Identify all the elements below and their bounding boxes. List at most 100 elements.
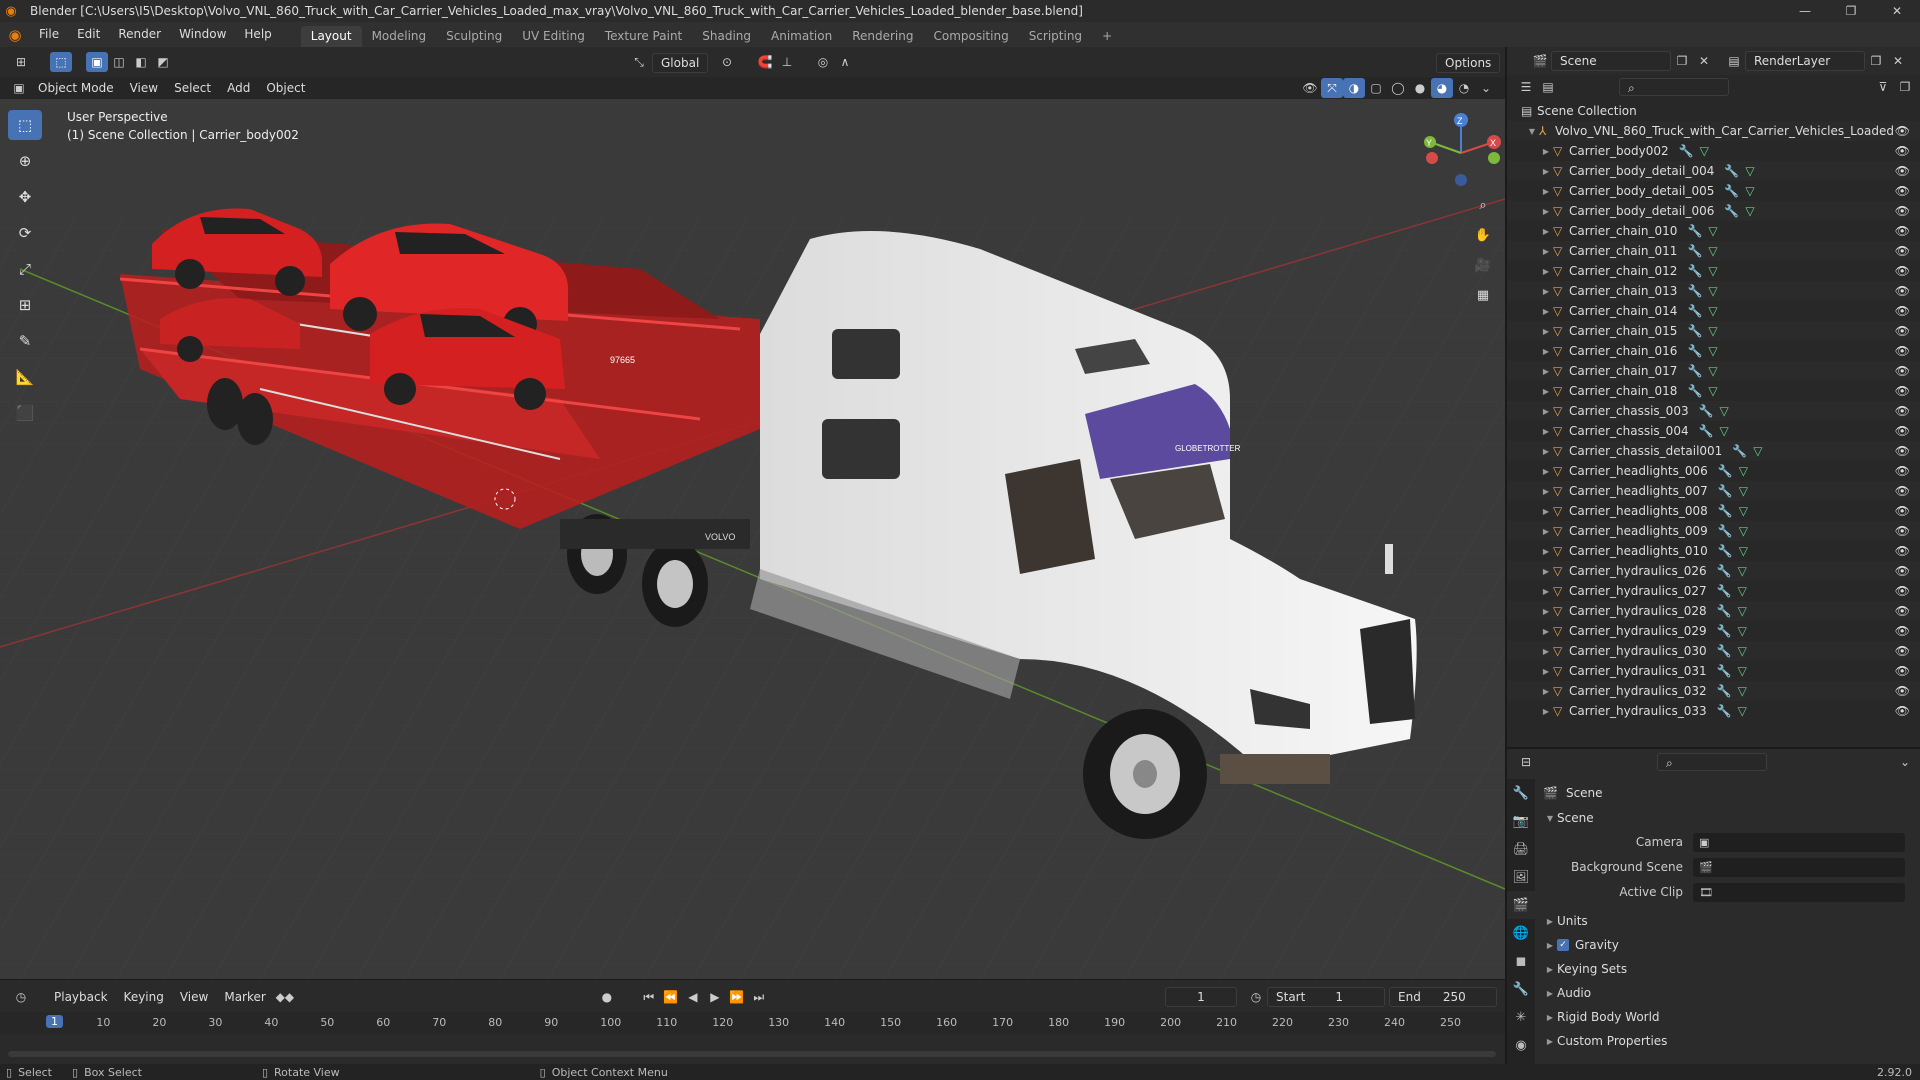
- measure-tool-icon[interactable]: 📐: [8, 362, 42, 392]
- scale-tool-icon[interactable]: ⤢: [8, 254, 42, 284]
- outliner-object-row[interactable]: ▶ ▽ Carrier_chassis_004 🔧 ▽ 👁: [1507, 421, 1920, 441]
- wireframe-shading-icon[interactable]: ◯: [1387, 78, 1409, 98]
- start-frame-field[interactable]: Start 1: [1267, 987, 1385, 1007]
- modifier-tab-icon[interactable]: 🔧: [1507, 975, 1535, 1003]
- mesh-data-icon[interactable]: ▽: [1708, 244, 1717, 258]
- gravity-checkbox[interactable]: ✓: [1557, 939, 1569, 951]
- mesh-data-icon[interactable]: ▽: [1738, 704, 1747, 718]
- eye-icon[interactable]: 👁: [1895, 224, 1910, 238]
- units-arrow-icon[interactable]: ▶: [1543, 917, 1557, 926]
- modifier-icon[interactable]: 🔧: [1687, 224, 1702, 238]
- expand-arrow-icon[interactable]: ▶: [1539, 187, 1553, 196]
- material-shading-icon[interactable]: ◕: [1431, 78, 1453, 98]
- mesh-data-icon[interactable]: ▽: [1700, 144, 1709, 158]
- properties-editor-icon[interactable]: ⊟: [1515, 752, 1537, 772]
- eye-icon[interactable]: 👁: [1895, 284, 1910, 298]
- mesh-data-icon[interactable]: ▽: [1708, 304, 1717, 318]
- eye-icon[interactable]: 👁: [1895, 704, 1910, 718]
- outliner-filter-icon[interactable]: ⊽: [1872, 77, 1894, 97]
- eye-icon[interactable]: 👁: [1895, 364, 1910, 378]
- output-tab-icon[interactable]: 🖨: [1507, 835, 1535, 863]
- menu-render[interactable]: Render: [109, 22, 170, 47]
- timeline-marker-menu[interactable]: Marker: [216, 986, 273, 1008]
- snap-icon[interactable]: 🧲: [754, 52, 776, 72]
- world-tab-icon[interactable]: 🌐: [1507, 919, 1535, 947]
- mesh-data-icon[interactable]: ▽: [1708, 384, 1717, 398]
- transform-tool-icon[interactable]: ⊞: [8, 290, 42, 320]
- tab-shading[interactable]: Shading: [692, 26, 761, 47]
- expand-arrow-icon[interactable]: ▶: [1539, 287, 1553, 296]
- mesh-data-icon[interactable]: ▽: [1738, 564, 1747, 578]
- expand-arrow-icon[interactable]: ▶: [1539, 327, 1553, 336]
- expand-arrow-icon[interactable]: ▶: [1539, 247, 1553, 256]
- expand-arrow-icon[interactable]: ▶: [1539, 607, 1553, 616]
- keying-sets-panel[interactable]: ▶ Keying Sets: [1543, 958, 1627, 980]
- modifier-icon[interactable]: 🔧: [1718, 464, 1733, 478]
- header-add[interactable]: Add: [219, 77, 258, 99]
- eye-icon[interactable]: 👁: [1895, 384, 1910, 398]
- eye-icon[interactable]: 👁: [1895, 304, 1910, 318]
- outliner-editor-icon[interactable]: ☰: [1515, 77, 1537, 97]
- modifier-icon[interactable]: 🔧: [1732, 444, 1747, 458]
- physics-tab-icon[interactable]: ◉: [1507, 1031, 1535, 1059]
- expand-arrow-icon[interactable]: ▶: [1539, 667, 1553, 676]
- modifier-icon[interactable]: 🔧: [1717, 704, 1732, 718]
- mesh-data-icon[interactable]: ▽: [1739, 544, 1748, 558]
- modifier-icon[interactable]: 🔧: [1724, 164, 1739, 178]
- eye-icon[interactable]: 👁: [1895, 624, 1910, 638]
- rigid-body-arrow-icon[interactable]: ▶: [1543, 1013, 1557, 1022]
- eye-icon[interactable]: 👁: [1895, 344, 1910, 358]
- eye-icon[interactable]: 👁: [1895, 484, 1910, 498]
- cursor-tool-icon[interactable]: ⊕: [8, 146, 42, 176]
- expand-arrow-icon[interactable]: ▶: [1539, 427, 1553, 436]
- outliner-object-row[interactable]: ▶ ▽ Carrier_headlights_010 🔧 ▽ 👁: [1507, 541, 1920, 561]
- prev-keyframe-icon[interactable]: ⏪: [660, 987, 682, 1007]
- mesh-data-icon[interactable]: ▽: [1720, 424, 1729, 438]
- rigid-body-world-panel[interactable]: ▶ Rigid Body World: [1543, 1006, 1660, 1028]
- select-box-tool-icon[interactable]: ⬚: [8, 110, 42, 140]
- outliner-object-row[interactable]: ▶ ▽ Carrier_headlights_009 🔧 ▽ 👁: [1507, 521, 1920, 541]
- expand-arrow-icon[interactable]: ▶: [1539, 487, 1553, 496]
- keyframe-nav-icon[interactable]: ◆◆: [274, 987, 296, 1007]
- modifier-icon[interactable]: 🔧: [1717, 664, 1732, 678]
- modifier-icon[interactable]: 🔧: [1687, 264, 1702, 278]
- axis-gizmo[interactable]: Z X Y: [1420, 112, 1502, 194]
- outliner-object-row[interactable]: ▶ ▽ Carrier_chain_015 🔧 ▽ 👁: [1507, 321, 1920, 341]
- menu-file[interactable]: File: [30, 22, 68, 47]
- modifier-icon[interactable]: 🔧: [1699, 404, 1714, 418]
- select-tool-icon[interactable]: ⬚: [50, 52, 72, 72]
- expand-arrow-icon[interactable]: ▶: [1539, 647, 1553, 656]
- eye-icon[interactable]: 👁: [1895, 564, 1910, 578]
- expand-arrow-icon[interactable]: ▶: [1539, 467, 1553, 476]
- outliner-object-row[interactable]: ▶ ▽ Carrier_body_detail_006 🔧 ▽ 👁: [1507, 201, 1920, 221]
- eye-icon[interactable]: 👁: [1895, 504, 1910, 518]
- expand-arrow-icon[interactable]: ▶: [1539, 347, 1553, 356]
- modifier-icon[interactable]: 🔧: [1687, 364, 1702, 378]
- expand-arrow-icon[interactable]: ▶: [1539, 227, 1553, 236]
- jump-end-icon[interactable]: ⏭: [748, 987, 770, 1007]
- menu-help[interactable]: Help: [235, 22, 280, 47]
- object-tab-icon[interactable]: ◼: [1507, 947, 1535, 975]
- properties-search-input[interactable]: ⌕: [1657, 753, 1767, 771]
- mesh-data-icon[interactable]: ▽: [1708, 364, 1717, 378]
- modifier-icon[interactable]: 🔧: [1687, 244, 1702, 258]
- active-clip-field[interactable]: 🎞: [1693, 882, 1905, 902]
- outliner-scene-collection[interactable]: ▤ Scene Collection: [1507, 101, 1920, 121]
- modifier-icon[interactable]: 🔧: [1718, 504, 1733, 518]
- collapse-arrow-icon[interactable]: ▼: [1525, 127, 1539, 136]
- select-mode-extend-icon[interactable]: ◫: [108, 52, 130, 72]
- proportional-edit-icon[interactable]: ◎: [812, 52, 834, 72]
- eye-icon[interactable]: 👁: [1895, 604, 1910, 618]
- outliner-search-input[interactable]: ⌕: [1619, 78, 1729, 96]
- custom-properties-arrow-icon[interactable]: ▶: [1543, 1037, 1557, 1046]
- rendered-shading-icon[interactable]: ◔: [1453, 78, 1475, 98]
- mesh-data-icon[interactable]: ▽: [1745, 164, 1754, 178]
- render-tab-icon[interactable]: 📷: [1507, 807, 1535, 835]
- eye-icon[interactable]: 👁: [1895, 124, 1910, 138]
- 3d-viewport[interactable]: 97665 VOLVO GLOBETROTTER User Perspectiv…: [0, 99, 1505, 979]
- timeline-view-menu[interactable]: View: [172, 986, 216, 1008]
- navigation-gizmo[interactable]: Z X Y: [1420, 112, 1502, 194]
- scene-name-field[interactable]: Scene: [1551, 51, 1671, 71]
- expand-arrow-icon[interactable]: ▶: [1539, 627, 1553, 636]
- mesh-data-icon[interactable]: ▽: [1708, 284, 1717, 298]
